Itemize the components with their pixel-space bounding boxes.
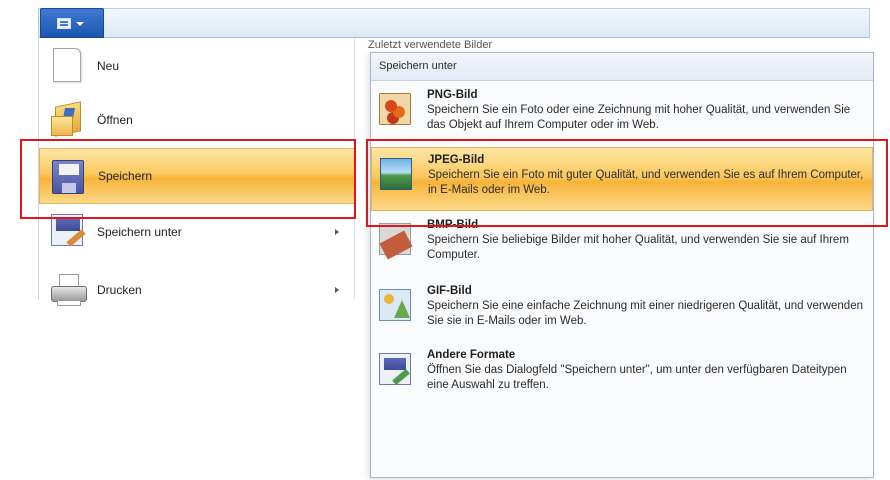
menu-item-label: Drucken xyxy=(97,283,142,297)
format-description: Öffnen Sie das Dialogfeld "Speichern unt… xyxy=(427,364,847,391)
menu-item-print[interactable]: Drucken xyxy=(39,262,355,318)
format-description: Speichern Sie beliebige Bilder mit hoher… xyxy=(427,234,849,261)
paint-menu-button[interactable] xyxy=(40,8,104,38)
format-title: GIF-Bild xyxy=(427,285,472,297)
format-description: Speichern Sie eine einfache Zeichnung mi… xyxy=(427,300,863,327)
recent-images-header: Zuletzt verwendete Bilder xyxy=(368,39,493,51)
save-as-flyout: Speichern unter PNG-Bild Speichern Sie e… xyxy=(370,52,874,478)
gif-image-icon xyxy=(379,289,411,321)
format-title: Andere Formate xyxy=(427,349,516,361)
highlight-save-box xyxy=(20,139,356,219)
menu-item-label: Neu xyxy=(97,59,120,73)
chevron-down-icon xyxy=(76,22,84,26)
new-document-icon xyxy=(53,48,81,82)
ribbon-tab-strip xyxy=(38,8,870,38)
paint-document-icon xyxy=(57,18,71,29)
highlight-jpeg-box xyxy=(366,139,888,227)
flyout-title: Speichern unter xyxy=(371,53,873,81)
format-title: PNG-Bild xyxy=(427,89,478,101)
bmp-image-icon xyxy=(379,223,411,255)
format-item-gif[interactable]: GIF-Bild Speichern Sie eine einfache Zei… xyxy=(371,279,873,343)
open-folder-icon xyxy=(51,101,85,138)
menu-item-new[interactable]: Neu xyxy=(39,38,355,94)
format-item-other[interactable]: Andere Formate Öffnen Sie das Dialogfeld… xyxy=(371,343,873,407)
format-description: Speichern Sie ein Foto oder eine Zeichnu… xyxy=(427,104,851,131)
chevron-right-icon xyxy=(335,287,339,293)
format-item-png[interactable]: PNG-Bild Speichern Sie ein Foto oder ein… xyxy=(371,83,873,147)
menu-item-label: Öffnen xyxy=(97,113,133,127)
chevron-right-icon xyxy=(335,229,339,235)
png-image-icon xyxy=(379,93,411,125)
menu-item-label: Speichern unter xyxy=(97,225,182,239)
other-formats-icon xyxy=(379,353,411,385)
printer-icon xyxy=(51,272,87,308)
